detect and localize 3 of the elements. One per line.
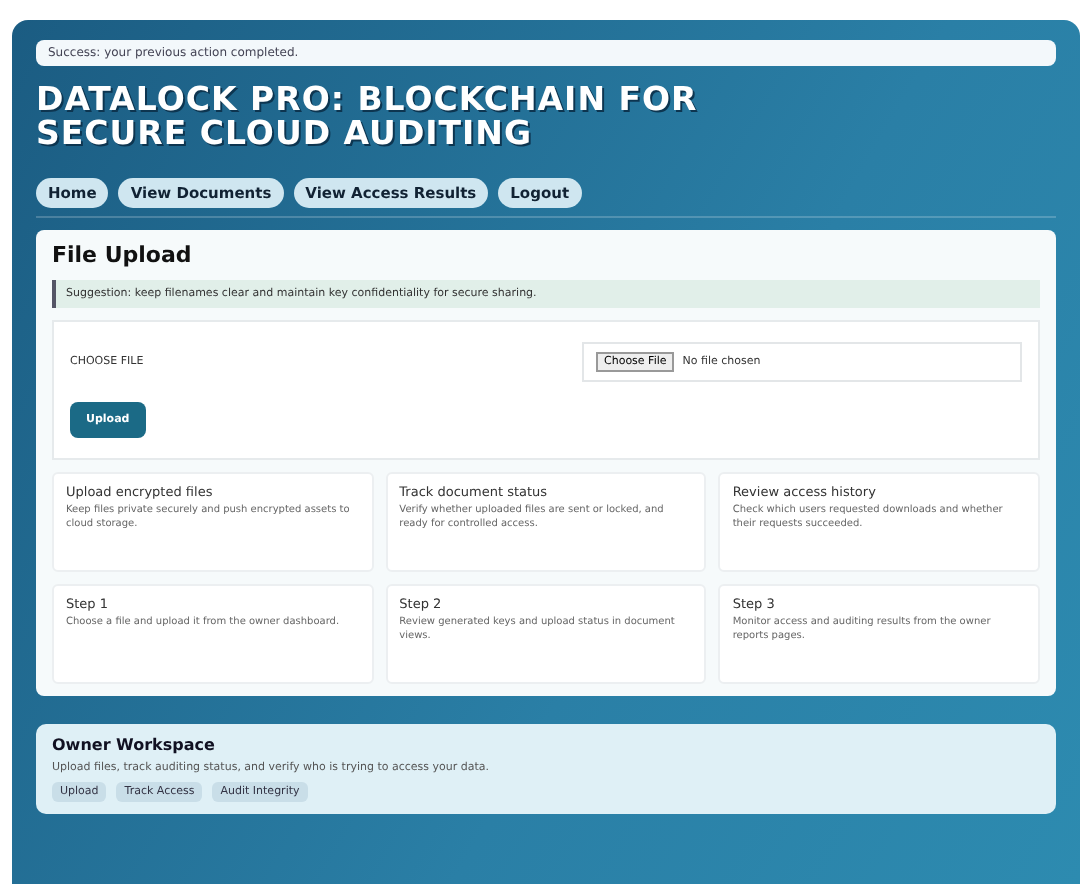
section-heading: File Upload [52,242,194,268]
app-title: DATALOCK PRO: BLOCKCHAIN FOR SECURE CLOUD AUDITING [36,82,700,150]
workspace-heading: Owner Workspace [52,736,217,754]
